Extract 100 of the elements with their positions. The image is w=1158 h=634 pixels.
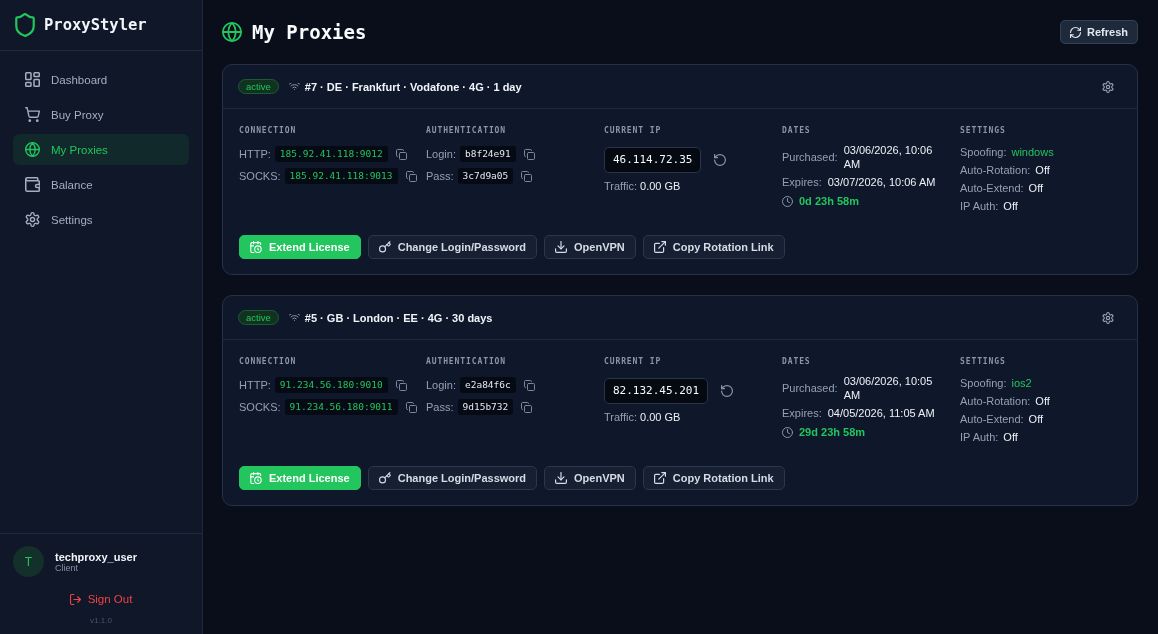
field-label: Traffic:	[604, 410, 637, 424]
copy-icon[interactable]	[521, 401, 533, 413]
user-name: techproxy_user	[55, 550, 137, 563]
copy-icon[interactable]	[405, 401, 417, 413]
section-heading: CONNECTION	[239, 356, 297, 368]
field-label: HTTP:	[239, 148, 271, 160]
copy-icon[interactable]	[395, 379, 407, 391]
nav-item[interactable]: Buy Proxy	[13, 99, 189, 130]
grid-icon	[25, 72, 40, 87]
refresh-icon	[1070, 26, 1082, 38]
section-heading: CONNECTION	[239, 125, 297, 137]
field-label: Login:	[426, 379, 456, 391]
globe-icon	[222, 22, 242, 42]
download-icon	[555, 472, 568, 484]
nav-item[interactable]: My Proxies	[13, 134, 189, 165]
settings-icon[interactable]	[1102, 311, 1114, 324]
proxy-address: 185.92.41.118:9012	[274, 146, 388, 162]
section-heading: AUTHENTICATION	[426, 356, 507, 368]
wifi-icon	[288, 314, 300, 321]
field-label: Pass:	[426, 170, 454, 182]
field-label: SOCKS:	[239, 401, 281, 413]
key-icon	[378, 472, 391, 484]
action-button[interactable]: OpenVPN	[544, 235, 636, 259]
credential-value: 3c7d9a05	[457, 168, 514, 184]
action-button[interactable]: OpenVPN	[544, 466, 636, 490]
proxy-title: #5 · GB · London · EE · 4G · 30 days	[304, 311, 493, 324]
copy-icon[interactable]	[405, 170, 417, 182]
nav-item[interactable]: Dashboard	[13, 64, 189, 95]
nav-item[interactable]: Settings	[13, 204, 189, 235]
field-label: HTTP:	[239, 379, 271, 391]
ip-address: 46.114.72.35	[604, 147, 702, 173]
section-heading: AUTHENTICATION	[426, 125, 507, 137]
refresh-icon[interactable]	[714, 154, 727, 166]
field-label: Expires:	[782, 175, 822, 189]
copy-icon[interactable]	[523, 379, 535, 391]
field-label: Auto-Extend:	[960, 181, 1024, 196]
avatar: T	[13, 546, 44, 577]
field-label: Login:	[426, 148, 456, 160]
credential-value: e2a84f6c	[460, 377, 516, 393]
key-icon	[378, 241, 391, 253]
section-heading: CURRENT IP	[604, 125, 662, 137]
settings-icon	[25, 212, 40, 227]
clock-icon	[782, 195, 793, 207]
sign-out-button[interactable]: Sign Out	[65, 591, 137, 607]
settings-icon[interactable]	[1102, 80, 1114, 93]
setting-value: Off	[1035, 394, 1050, 409]
field-label: Pass:	[426, 401, 454, 413]
field-label: IP Auth:	[960, 430, 999, 445]
download-icon	[555, 241, 568, 253]
field-label: Traffic:	[604, 179, 637, 193]
field-label: Auto-Rotation:	[960, 163, 1031, 178]
copy-icon[interactable]	[395, 148, 407, 160]
date-value: 03/07/2026, 10:06 AM	[827, 175, 936, 189]
action-button[interactable]: Change Login/Password	[367, 235, 538, 259]
field-label: IP Auth:	[960, 199, 999, 214]
traffic-value: 0.00 GB	[640, 410, 681, 424]
user-role: Client	[55, 562, 78, 573]
calendar-clock-icon	[250, 241, 262, 253]
proxy-title: #7 · DE · Frankfurt · Vodafone · 4G · 1 day	[304, 80, 522, 93]
field-label: Auto-Extend:	[960, 412, 1024, 427]
traffic-value: 0.00 GB	[640, 179, 681, 193]
setting-value: Off	[1003, 430, 1018, 445]
nav-item[interactable]: Balance	[13, 169, 189, 200]
time-remaining: 29d 23h 58m	[799, 425, 866, 440]
refresh-button[interactable]: Refresh	[1060, 20, 1138, 44]
setting-value: windows	[1011, 145, 1054, 160]
external-link-icon	[653, 472, 666, 484]
proxy-address: 185.92.41.118:9013	[284, 168, 398, 184]
credential-value: b8f24e91	[460, 146, 516, 162]
field-label: SOCKS:	[239, 170, 281, 182]
time-remaining: 0d 23h 58m	[799, 194, 859, 209]
setting-value: Off	[1003, 199, 1018, 214]
cart-icon	[25, 107, 40, 122]
external-link-icon	[653, 241, 666, 253]
proxy-address: 91.234.56.180:9010	[274, 377, 388, 393]
brand-name: ProxyStyler	[44, 16, 147, 34]
date-value: 04/05/2026, 11:05 AM	[827, 406, 935, 420]
page-title: My Proxies	[252, 21, 367, 43]
shield-icon	[15, 13, 35, 37]
copy-icon[interactable]	[521, 170, 533, 182]
status-badge: active	[238, 310, 279, 325]
clock-icon	[782, 426, 793, 438]
refresh-icon[interactable]	[721, 385, 734, 397]
action-button[interactable]: Change Login/Password	[367, 466, 538, 490]
logout-icon	[69, 593, 81, 605]
action-button[interactable]: Copy Rotation Link	[642, 235, 785, 259]
proxy-address: 91.234.56.180:9011	[284, 399, 398, 415]
field-label: Auto-Rotation:	[960, 394, 1031, 409]
setting-value: Off	[1028, 181, 1044, 196]
wifi-icon	[288, 83, 300, 90]
setting-value: Off	[1028, 412, 1044, 427]
date-value: 03/06/2026, 10:05 AM	[843, 374, 934, 402]
section-heading: DATES	[782, 125, 811, 137]
ip-address: 82.132.45.201	[604, 378, 709, 404]
action-button[interactable]: Copy Rotation Link	[642, 466, 785, 490]
section-heading: CURRENT IP	[604, 356, 662, 368]
field-label: Expires:	[782, 406, 822, 420]
copy-icon[interactable]	[523, 148, 535, 160]
setting-value: ios2	[1011, 376, 1032, 391]
calendar-clock-icon	[250, 472, 262, 484]
